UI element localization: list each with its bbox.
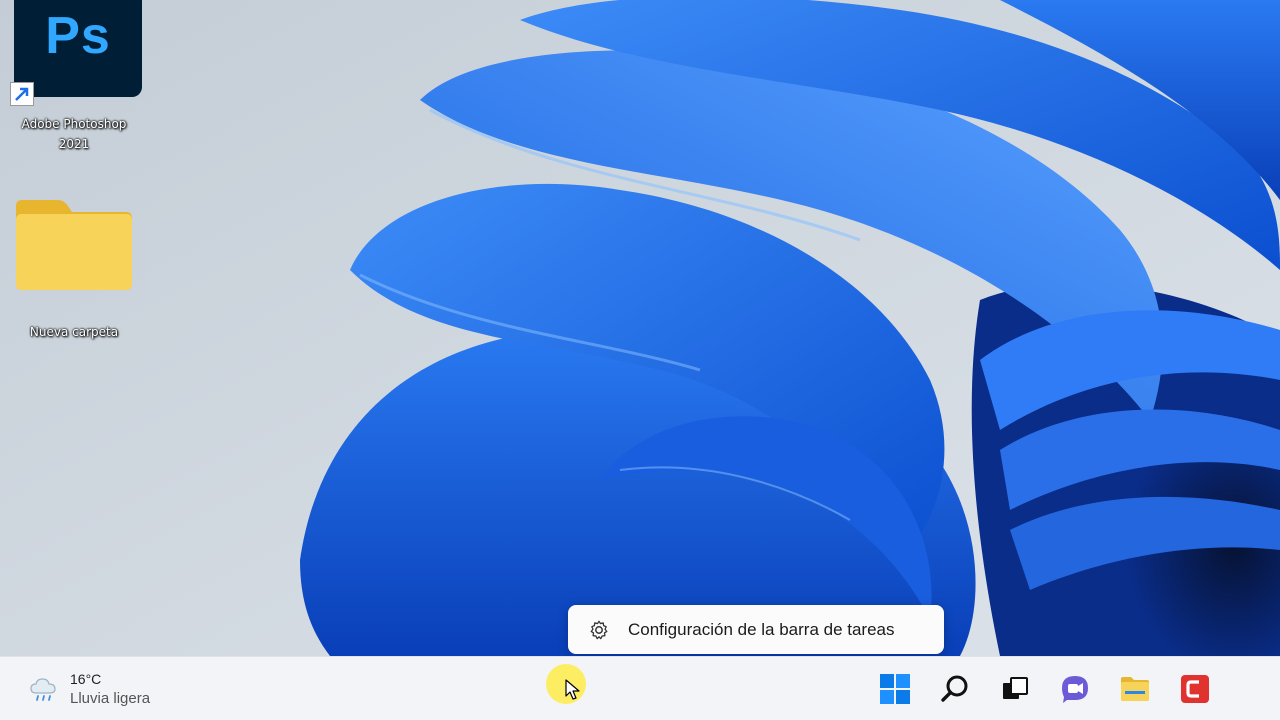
search-icon [941,675,968,702]
rain-cloud-icon [30,678,56,701]
chat-button[interactable] [1055,669,1095,709]
windows-logo-icon [880,674,910,704]
search-button[interactable] [935,669,975,709]
task-view-button[interactable] [995,669,1035,709]
gear-icon [590,620,608,639]
taskbar: 16°C Lluvia ligera [0,656,1280,720]
desktop-icon-label: Adobe Photoshop 2021 [21,117,127,151]
desktop-icon-photoshop[interactable]: Ps Adobe Photoshop 2021 [4,0,142,160]
weather-widget[interactable]: 16°C Lluvia ligera [28,665,228,713]
wallpaper [0,0,1280,656]
task-view-icon [1003,677,1028,699]
taskbar-settings-label: Configuración de la barra de tareas [628,619,895,639]
desktop-icon-folder[interactable]: Nueva carpeta [4,190,134,350]
file-explorer-button[interactable] [1115,669,1155,709]
taskbar-settings-menu-item[interactable]: Configuración de la barra de tareas [568,605,944,654]
start-button[interactable] [875,669,915,709]
app-button[interactable] [1175,669,1215,709]
chat-icon [1062,676,1088,703]
shortcut-arrow-icon [10,82,34,106]
folder-icon [1121,677,1149,701]
red-app-icon [1181,675,1209,703]
folder-icon [16,200,132,290]
photoshop-glyph: Ps [45,7,111,65]
weather-temperature: 16°C [70,671,102,687]
desktop-icon-label: Nueva carpeta [29,325,119,339]
mouse-cursor-icon [565,679,580,700]
weather-condition: Lluvia ligera [70,690,151,707]
